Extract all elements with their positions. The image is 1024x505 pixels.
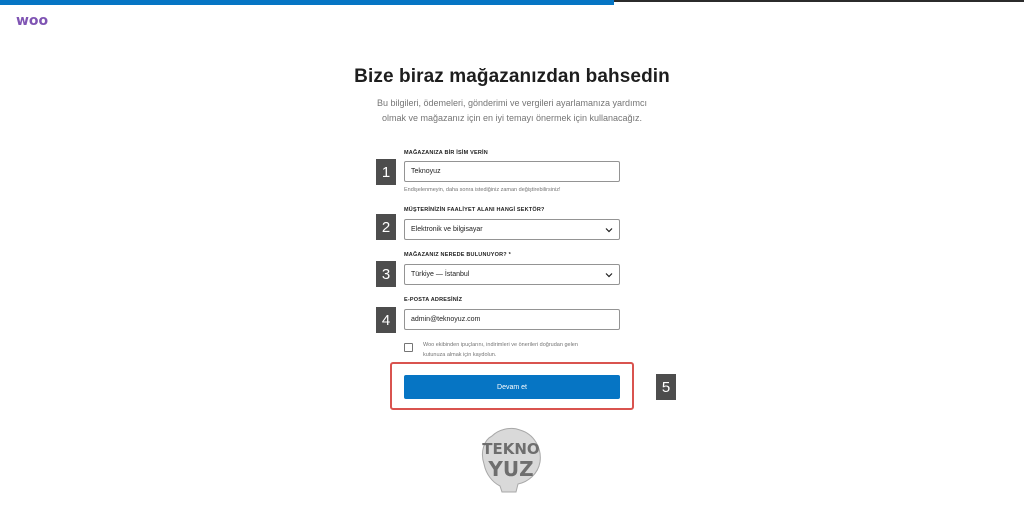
step-marker-5: 5 — [656, 374, 676, 400]
store-name-help: Endişelenmeyin, daha sonra istediğiniz z… — [404, 187, 561, 193]
store-name-label: MAĞAZANIZA BİR İSİM VERİN — [404, 150, 488, 156]
subtitle-line-2: olmak ve mağazanız için en iyi temayı ön… — [381, 113, 643, 123]
top-progress-bar — [0, 0, 614, 5]
store-name-value: Teknoyuz — [411, 168, 441, 175]
teknoyuz-watermark: TEKNO YUZ — [481, 427, 541, 493]
opt-in-text: Woo ekibinden ipuçlarını, indirimleri ve… — [423, 340, 623, 360]
watermark-line-2: YUZ — [487, 457, 533, 481]
industry-select[interactable]: Elektronik ve bilgisayar — [404, 219, 620, 240]
woo-logo[interactable]: woo — [16, 13, 48, 29]
email-label: E-POSTA ADRESİNİZ — [404, 297, 463, 303]
watermark-line-1: TEKNO — [482, 440, 539, 458]
step-marker-4: 4 — [376, 307, 396, 333]
opt-in-line-2: kutunuza almak için kaydolun. — [423, 352, 497, 358]
top-border — [614, 0, 1024, 2]
email-input[interactable]: admin@teknoyuz.com — [404, 309, 620, 330]
chevron-down-icon — [605, 226, 613, 234]
opt-in-line-1: Woo ekibinden ipuçlarını, indirimleri ve… — [423, 342, 578, 348]
page-subtitle: Bu bilgileri, ödemeleri, gönderimi ve ve… — [372, 96, 652, 126]
industry-label: MÜŞTERİNİZİN FAALİYET ALANI HANGİ SEKTÖR… — [404, 207, 545, 213]
subtitle-line-1: Bu bilgileri, ödemeleri, gönderimi ve ve… — [376, 98, 648, 108]
location-label: MAĞAZANIZ NEREDE BULUNUYOR? * — [404, 252, 511, 258]
step-marker-2: 2 — [376, 214, 396, 240]
continue-button[interactable]: Devam et — [404, 375, 620, 399]
industry-value: Elektronik ve bilgisayar — [411, 226, 483, 233]
chevron-down-icon — [605, 271, 613, 279]
email-value: admin@teknoyuz.com — [411, 316, 481, 323]
step-marker-3: 3 — [376, 261, 396, 287]
step-marker-1: 1 — [376, 159, 396, 185]
location-select[interactable]: Türkiye — İstanbul — [404, 264, 620, 285]
location-value: Türkiye — İstanbul — [411, 271, 470, 278]
store-name-input[interactable]: Teknoyuz — [404, 161, 620, 182]
page-title: Bize biraz mağazanızdan bahsedin — [354, 66, 670, 87]
opt-in-checkbox[interactable] — [404, 343, 413, 352]
